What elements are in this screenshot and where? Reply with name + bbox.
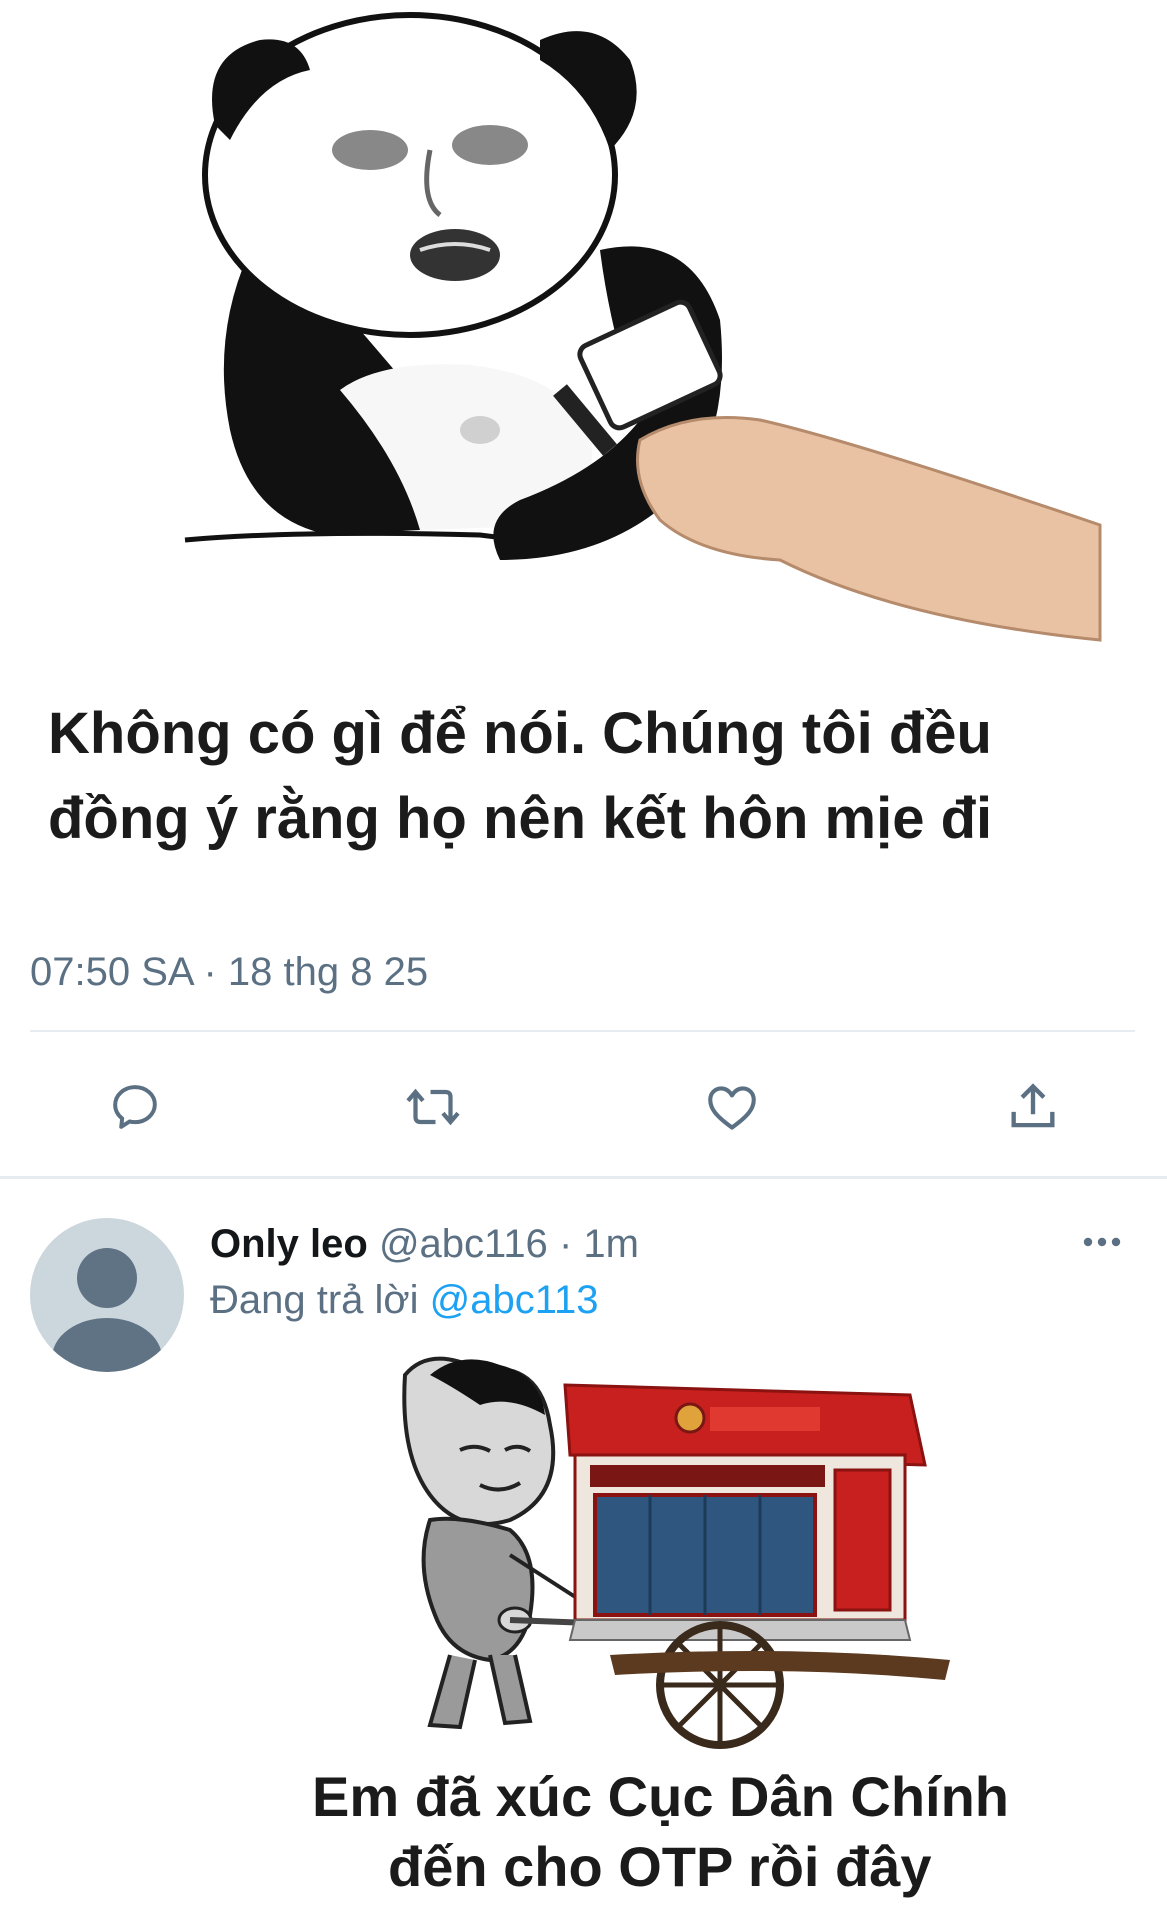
avatar[interactable]	[30, 1218, 184, 1372]
like-icon	[708, 1086, 756, 1130]
share-button[interactable]	[998, 1072, 1068, 1142]
retweet-button[interactable]	[398, 1072, 468, 1142]
mention-link[interactable]: @abc113	[430, 1278, 599, 1322]
meme-image-booth-cart	[402, 1356, 950, 1749]
relative-time[interactable]: 1m	[583, 1222, 639, 1266]
tweet-timestamp: 07:50 SA · 18 thg 8 25	[30, 950, 429, 994]
display-name[interactable]: Only leo	[210, 1222, 368, 1266]
replying-to-label: Đang trả lời	[210, 1278, 419, 1322]
retweet-icon	[406, 1088, 460, 1126]
replying-to-line: Đang trả lời @abc113	[210, 1278, 599, 1323]
share-icon	[1011, 1083, 1055, 1128]
reply-author-line: Only leo @abc116 · 1m	[210, 1222, 639, 1267]
reply-button[interactable]	[100, 1072, 170, 1142]
meme-caption-line1: Em đã xúc Cục Dân Chính	[312, 1765, 1009, 1828]
meme-caption-line2: đồng ý rằng họ nên kết hôn mịe đi	[48, 786, 993, 851]
more-options-button[interactable]	[1072, 1222, 1132, 1262]
reply-icon	[113, 1085, 157, 1129]
like-button[interactable]	[697, 1072, 767, 1142]
default-avatar-icon	[52, 1248, 162, 1372]
divider	[0, 1176, 1167, 1179]
separator-dot: ·	[558, 1222, 573, 1266]
more-icon	[1083, 1237, 1121, 1247]
divider	[30, 1030, 1135, 1032]
user-handle[interactable]: @abc116	[379, 1222, 548, 1266]
meme-caption-line2: đến cho OTP rồi đây	[388, 1835, 932, 1898]
meme-caption-line1: Không có gì để nói. Chúng tôi đều	[48, 701, 992, 766]
